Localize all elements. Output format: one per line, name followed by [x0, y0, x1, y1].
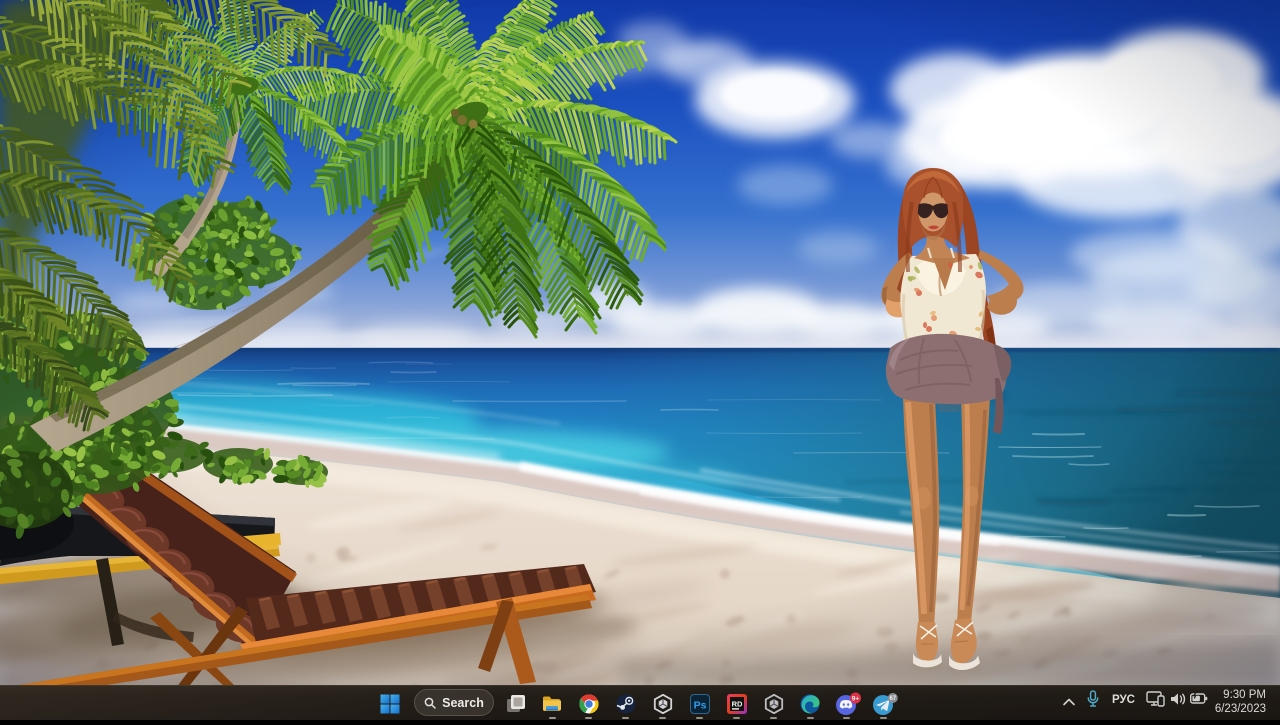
svg-text:67: 67: [889, 696, 896, 702]
svg-text:9+: 9+: [851, 695, 859, 702]
svg-text:Ps: Ps: [693, 700, 706, 712]
svg-text:RD: RD: [731, 700, 742, 709]
